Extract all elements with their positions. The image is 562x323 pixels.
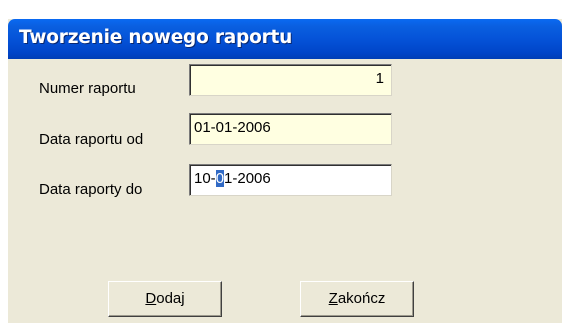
- title-bar[interactable]: Tworzenie nowego raportu: [8, 19, 562, 59]
- close-button-accelerator: Z: [328, 290, 338, 307]
- date-to-value-start: 10-: [194, 170, 216, 187]
- date-from-label: Data raportu od: [39, 131, 144, 148]
- add-button-label: odaj: [156, 290, 185, 307]
- close-button[interactable]: Zakończ: [300, 281, 414, 317]
- report-number-field[interactable]: 1: [189, 64, 392, 96]
- date-to-value-end: 1-2006: [224, 170, 271, 187]
- window-title: Tworzenie nowego raportu: [19, 27, 293, 48]
- date-to-label: Data raporty do: [39, 181, 143, 198]
- add-button-accelerator: D: [145, 290, 157, 307]
- report-number-value: 1: [375, 70, 384, 87]
- date-from-field[interactable]: 01-01-2006: [189, 113, 392, 145]
- add-button[interactable]: Dodaj: [108, 281, 222, 317]
- report-number-label: Numer raportu: [39, 80, 136, 97]
- close-button-label: akończ: [337, 290, 386, 307]
- date-from-value: 01-01-2006: [194, 119, 271, 136]
- dialog-window: Tworzenie nowego raportu Numer raportu 1…: [8, 19, 562, 323]
- date-to-selected-digit: 0: [215, 170, 225, 187]
- date-to-field[interactable]: 10-01-2006: [189, 164, 392, 196]
